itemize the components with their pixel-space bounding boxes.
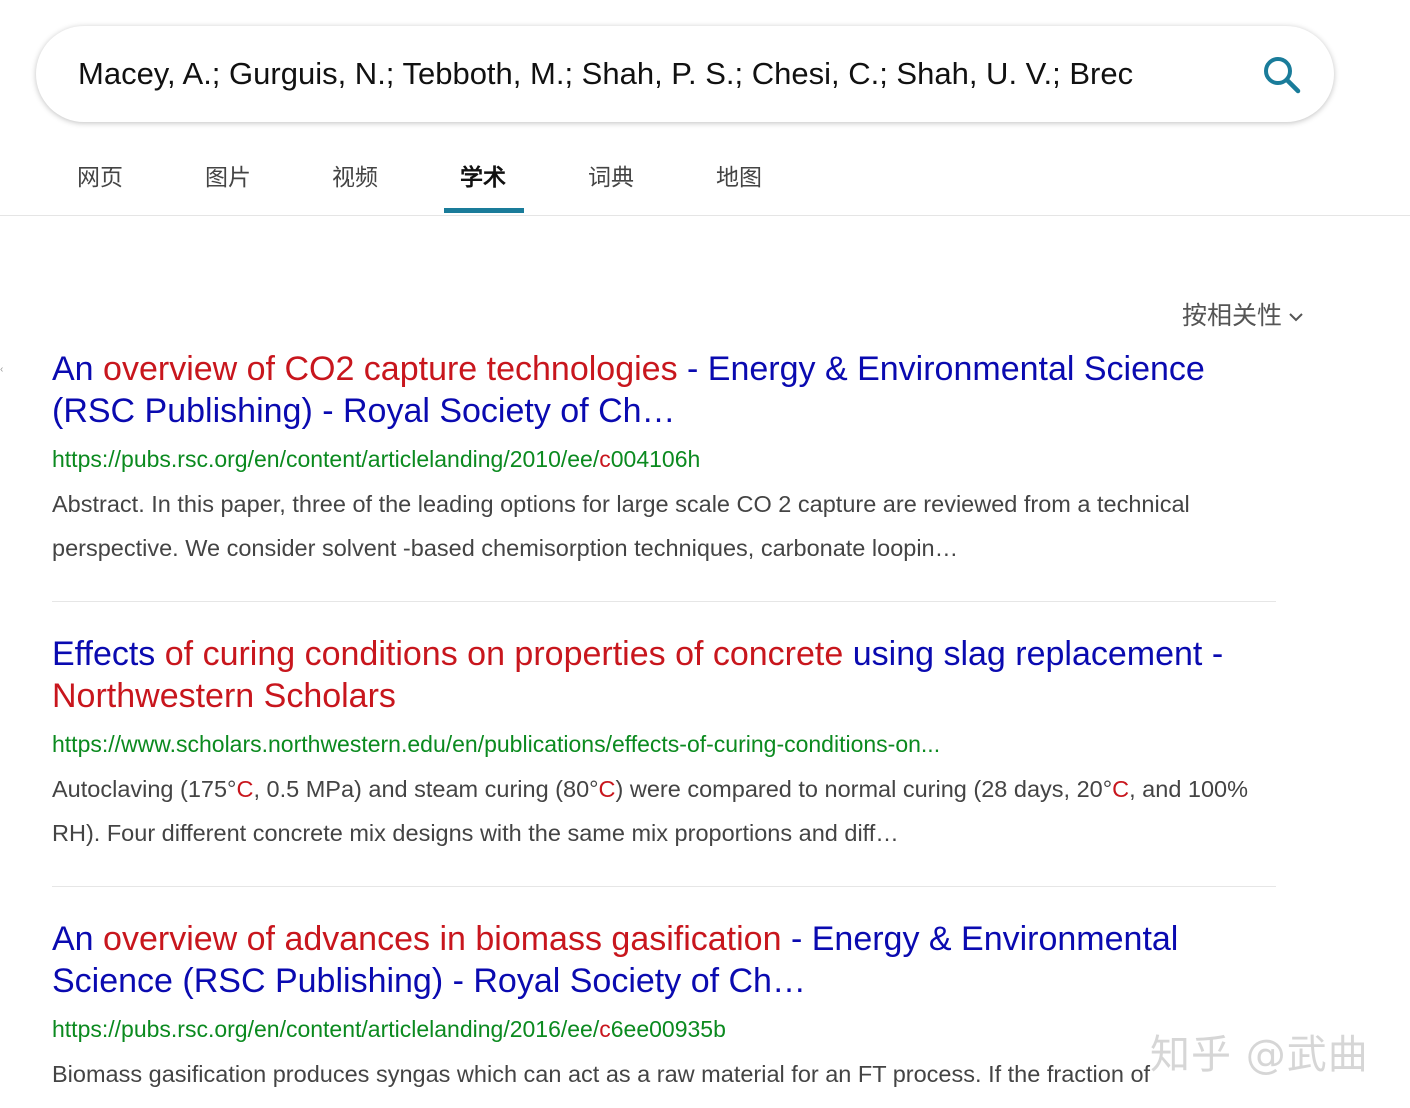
highlighted-text: C <box>598 776 616 802</box>
tab-web[interactable]: 网页 <box>77 158 123 192</box>
sort-label: 按相关性 <box>1182 301 1283 330</box>
result-snippet: Biomass gasification produces syngas whi… <box>52 1052 1276 1096</box>
highlighted-text: overview of advances in biomass gasifica… <box>103 920 782 958</box>
result-title[interactable]: An overview of advances in biomass gasif… <box>52 918 1276 1002</box>
active-tab-indicator <box>444 208 524 213</box>
highlighted-text: C <box>236 776 254 802</box>
highlighted-text: overview of CO2 capture technologies <box>103 350 678 388</box>
search-input[interactable] <box>78 50 1160 98</box>
search-button[interactable] <box>1258 52 1306 100</box>
result-item: An overview of CO2 capture technologies … <box>52 348 1276 570</box>
tab-videos[interactable]: 视频 <box>332 158 378 192</box>
text-run: ) were compared to normal curing (28 day… <box>615 776 1113 802</box>
text-run: Abstract. In this paper, three of the le… <box>52 491 1190 561</box>
tab-academic[interactable]: 学术 <box>460 158 506 192</box>
highlighted-text: C <box>1112 776 1130 802</box>
result-divider <box>52 601 1276 602</box>
edge-marker: ‹ <box>0 364 4 375</box>
text-run: , 0.5 MPa) and steam curing (80° <box>253 776 599 802</box>
text-run: using slag replacement - <box>843 635 1224 673</box>
text-run: An <box>52 350 104 388</box>
vertical-tabs: 网页 图片 视频 学术 词典 地图 <box>0 140 1410 216</box>
highlighted-text: c <box>599 1016 611 1042</box>
result-title[interactable]: An overview of CO2 capture technologies … <box>52 348 1276 432</box>
text-run: https://pubs.rsc.org/en/content/articlel… <box>52 446 600 472</box>
tab-maps[interactable]: 地图 <box>716 158 762 192</box>
tab-dictionary[interactable]: 词典 <box>588 158 634 192</box>
result-divider <box>52 886 1276 887</box>
search-box <box>36 26 1334 122</box>
text-run: 004106h <box>610 446 701 472</box>
chevron-down-icon <box>1289 313 1303 322</box>
search-results-page: 网页 图片 视频 学术 词典 地图 按相关性 ‹ An overview of … <box>0 0 1410 1108</box>
text-run: 6ee00935b <box>610 1016 726 1042</box>
result-url[interactable]: https://pubs.rsc.org/en/content/articlel… <box>52 1014 1276 1044</box>
result-title[interactable]: Effects of curing conditions on properti… <box>52 633 1276 717</box>
result-snippet: Abstract. In this paper, three of the le… <box>52 482 1276 570</box>
text-run: https://pubs.rsc.org/en/content/articlel… <box>52 1016 600 1042</box>
text-run: Effects <box>52 635 165 673</box>
tab-images[interactable]: 图片 <box>205 158 251 192</box>
text-run: Autoclaving (175° <box>52 776 237 802</box>
result-item: Effects of curing conditions on properti… <box>52 633 1276 855</box>
result-url[interactable]: https://www.scholars.northwestern.edu/en… <box>52 729 1276 759</box>
watermark: 知乎 @武曲 <box>1150 1032 1369 1078</box>
sort-dropdown[interactable]: 按相关性 <box>1182 296 1304 332</box>
highlighted-text: c <box>599 446 611 472</box>
result-snippet: Autoclaving (175°C, 0.5 MPa) and steam c… <box>52 767 1276 855</box>
text-run: An <box>52 920 104 958</box>
search-icon <box>1264 57 1301 94</box>
result-item: An overview of advances in biomass gasif… <box>52 918 1276 1096</box>
highlighted-text: of curing conditions on properties of co… <box>164 635 844 673</box>
text-run: https://www.scholars.northwestern.edu/en… <box>52 731 941 757</box>
result-url[interactable]: https://pubs.rsc.org/en/content/articlel… <box>52 444 1276 474</box>
highlighted-text: Northwestern Scholars <box>52 677 396 715</box>
text-run: Biomass gasification produces syngas whi… <box>52 1061 1151 1087</box>
